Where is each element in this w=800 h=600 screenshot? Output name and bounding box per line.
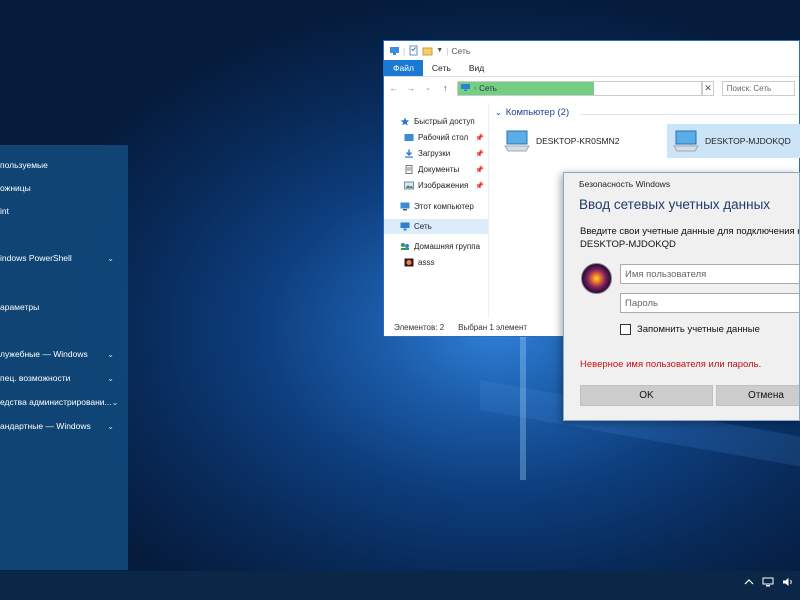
address-row: ← → ⌄ ↑ › Сеть ✕ Поиск: Сеть [384, 77, 799, 99]
ribbon-tabs: Файл Сеть Вид [384, 60, 799, 77]
dialog-title: Безопасность Windows [579, 179, 671, 189]
computer-icon [400, 202, 410, 211]
pictures-icon [404, 181, 414, 190]
remember-checkbox[interactable] [620, 324, 631, 335]
chevron-down-icon: ⌄ [111, 397, 119, 407]
computer-monitor-icon [504, 129, 530, 153]
documents-icon [404, 165, 414, 174]
new-folder-icon[interactable] [422, 45, 433, 56]
start-item-powershell[interactable]: indows PowerShell ⌄ [0, 250, 128, 266]
pin-icon[interactable]: 📌 [475, 166, 484, 174]
pin-icon[interactable]: 📌 [475, 134, 484, 142]
nav-this-pc[interactable]: Этот компьютер [384, 199, 488, 214]
network-folder-icon [389, 45, 400, 56]
network-icon [400, 222, 410, 231]
forward-arrow-icon[interactable]: → [405, 83, 416, 93]
nav-pictures[interactable]: Изображения 📌 [384, 178, 488, 193]
dialog-host: DESKTOP-MJDOKQD [580, 239, 676, 250]
network-tray-icon[interactable] [762, 577, 774, 590]
ok-button[interactable]: OK [580, 385, 713, 406]
chevron-down-icon: ⌄ [107, 421, 114, 431]
nav-user[interactable]: asss [384, 255, 488, 270]
nav-network[interactable]: Сеть [384, 219, 488, 234]
group-divider [580, 114, 798, 115]
address-bar[interactable]: › Сеть [456, 80, 703, 96]
group-header[interactable]: ⌄ Компьютер (2) [495, 107, 569, 118]
quick-access-dropdown-icon[interactable]: ▼ [436, 47, 443, 54]
tab-network[interactable]: Сеть [423, 60, 460, 76]
downloads-icon [404, 149, 414, 158]
address-path: Сеть [479, 83, 497, 93]
navigation-pane: Быстрый доступ Рабочий стол 📌 Загрузки 📌… [384, 105, 489, 318]
chevron-down-icon: ⌄ [107, 253, 114, 263]
computer-item[interactable]: DESKTOP-MJDOKQD [667, 124, 800, 158]
start-item-admin-tools[interactable]: едства администрировани... ⌄ [0, 394, 128, 410]
desktop-light-beam [520, 320, 526, 480]
computer-item[interactable]: DESKTOP-KR0SMN2 [498, 124, 648, 158]
system-tray [744, 577, 794, 590]
homegroup-icon [400, 242, 410, 251]
star-icon [400, 117, 410, 126]
breadcrumb-chevron-icon: › [473, 84, 477, 92]
explorer-titlebar[interactable]: | ▼ | Сеть [384, 41, 799, 60]
username-input[interactable] [625, 268, 799, 280]
dialog-prompt: Введите свои учетные данные для подключе… [580, 226, 800, 237]
chevron-down-icon: ⌄ [495, 108, 502, 117]
nav-homegroup[interactable]: Домашняя группа [384, 239, 488, 254]
dialog-heading: Ввод сетевых учетных данных [579, 197, 771, 212]
password-field[interactable] [620, 293, 799, 313]
network-icon [460, 83, 471, 94]
separator: | [403, 45, 406, 56]
chevron-down-icon: ⌄ [107, 349, 114, 359]
chevron-down-icon: ⌄ [107, 373, 114, 383]
start-item-most-used[interactable]: пользуемые [0, 157, 128, 173]
remember-credentials[interactable]: Запомнить учетные данные [620, 324, 760, 335]
cancel-button[interactable]: Отмена [716, 385, 799, 406]
nav-downloads[interactable]: Загрузки 📌 [384, 146, 488, 161]
separator: | [446, 45, 449, 56]
window-title: Сеть [451, 45, 471, 56]
back-arrow-icon[interactable]: ← [388, 83, 399, 93]
start-item-paint[interactable]: int [0, 203, 128, 219]
tab-view[interactable]: Вид [460, 60, 493, 76]
user-avatar [581, 263, 612, 294]
start-item-snipping[interactable]: ожницы [0, 180, 128, 196]
close-icon: ✕ [704, 82, 712, 93]
address-content: › Сеть [458, 83, 497, 94]
password-input[interactable] [625, 297, 799, 309]
pin-icon[interactable]: 📌 [475, 150, 484, 158]
start-item-accessories[interactable]: андартные — Windows ⌄ [0, 418, 128, 434]
taskbar [0, 571, 800, 600]
chevron-up-icon[interactable] [744, 577, 754, 590]
chevron-down-icon[interactable]: ⌄ [422, 84, 433, 92]
computer-monitor-icon [673, 129, 699, 153]
address-cancel-button[interactable]: ✕ [702, 80, 714, 96]
status-selected: Выбран 1 элемент [458, 322, 528, 332]
desktop-folder-icon [404, 133, 414, 142]
credentials-dialog: Безопасность Windows Ввод сетевых учетны… [563, 172, 800, 421]
start-menu-panel: пользуемые ожницы int indows PowerShell ⌄… [0, 145, 128, 570]
pin-icon[interactable]: 📌 [475, 182, 484, 190]
properties-icon[interactable] [408, 45, 419, 56]
status-item-count: Элементов: 2 [394, 322, 445, 332]
user-icon [404, 258, 414, 267]
start-item-system-tools[interactable]: лужебные — Windows ⌄ [0, 346, 128, 362]
error-message: Неверное имя пользователя или пароль. [580, 359, 762, 370]
nav-quick-access[interactable]: Быстрый доступ [384, 114, 488, 129]
start-item-accessibility[interactable]: пец. возможности ⌄ [0, 370, 128, 386]
remember-label: Запомнить учетные данные [637, 324, 760, 335]
start-item-settings[interactable]: араметры [0, 299, 128, 315]
volume-icon[interactable] [782, 577, 794, 590]
nav-desktop[interactable]: Рабочий стол 📌 [384, 130, 488, 145]
search-input[interactable]: Поиск: Сеть [721, 80, 795, 96]
nav-documents[interactable]: Документы 📌 [384, 162, 488, 177]
up-arrow-icon[interactable]: ↑ [440, 83, 451, 93]
tab-file[interactable]: Файл [384, 60, 423, 76]
username-field[interactable] [620, 264, 799, 284]
